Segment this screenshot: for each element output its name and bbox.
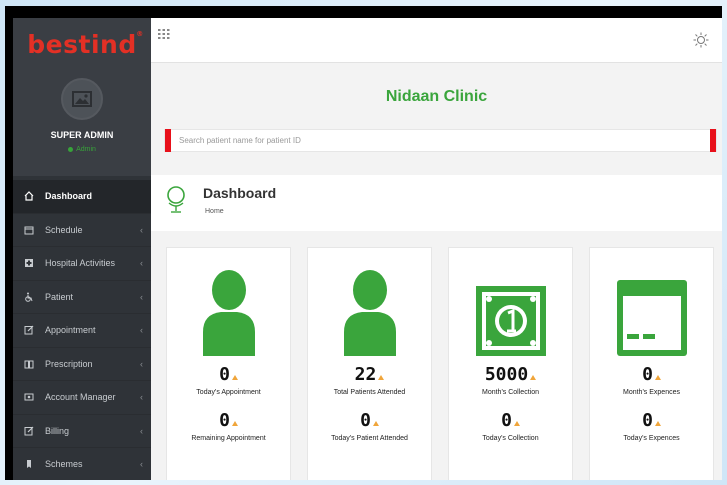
person-icon [202,270,255,356]
stat-card-expenses[interactable]: 0 Month's Expences 0 Today's Expences [589,247,714,480]
stat-cards: 0 Today's Appointment 0 Remaining Appoin… [166,247,714,480]
sidebar-item-label: Schedule [45,224,83,235]
edit-icon [23,425,35,437]
sidebar-item-hospital-activities[interactable]: Hospital Activities ‹ [13,247,151,281]
sidebar-item-schemes[interactable]: Schemes ‹ [13,448,151,480]
chevron-left-icon: ‹ [140,358,143,369]
stat-label: Month's Collection [482,389,539,396]
sidebar-item-billing[interactable]: Billing ‹ [13,415,151,448]
grid-menu-icon[interactable] [158,28,170,46]
calendar-icon [23,224,35,236]
home-icon [23,190,35,202]
stat-label: Total Patients Attended [333,389,406,396]
sidebar-item-label: Prescription [45,358,93,369]
shield-icon [23,458,35,470]
stat-card-collection[interactable]: 5000 Month's Collection 0 Today's Collec… [448,247,573,480]
avatar[interactable] [61,78,103,120]
chevron-left-icon: ‹ [140,392,143,403]
sidebar-item-label: Appointment [45,325,96,336]
sidebar-item-appointment[interactable]: Appointment ‹ [13,314,151,348]
page-header: Dashboard Home [151,175,722,231]
sidebar-item-dashboard[interactable]: Dashboard [13,180,151,214]
stat-value-secondary: 0 [360,410,379,431]
top-bar [151,18,722,63]
logo-text: bestind [27,29,137,59]
sidebar-item-label: Billing [45,425,70,436]
sidebar-nav: Dashboard Schedule ‹ Hospital Activities… [13,180,151,480]
sidebar-item-account-manager[interactable]: Account Manager ‹ [13,381,151,415]
stat-label-secondary: Today's Patient Attended [331,435,408,442]
stat-value: 0 [219,364,238,385]
sidebar-item-label: Patient [45,291,74,302]
online-dot-icon [68,147,74,152]
book-icon [23,358,35,370]
globe-icon [166,183,186,220]
credit-card-icon [616,280,687,356]
wheelchair-icon [23,291,35,303]
stat-value: 5000 [485,364,537,385]
app-frame: bestind ® SUPER ADMIN Admin Dashboard Sc… [5,6,722,480]
up-arrow-icon [654,375,661,380]
stat-card-appointments[interactable]: 0 Today's Appointment 0 Remaining Appoin… [166,247,291,480]
card-icon [23,391,35,403]
person-icon [343,270,396,356]
chevron-left-icon: ‹ [140,325,143,336]
logo-mark: ® [136,29,144,38]
profile-name: SUPER ADMIN [50,130,114,140]
money-icon [475,286,546,356]
up-arrow-icon [231,375,238,380]
hospital-icon [23,257,35,269]
chevron-left-icon: ‹ [140,258,143,269]
sidebar-item-patient[interactable]: Patient ‹ [13,281,151,314]
up-arrow-icon [372,421,379,426]
stat-label-secondary: Today's Expences [623,435,680,442]
up-arrow-icon [231,421,238,426]
stat-value: 0 [642,364,661,385]
up-arrow-icon [530,375,537,380]
brand-logo[interactable]: bestind ® [27,29,143,59]
sidebar-item-schedule[interactable]: Schedule ‹ [13,214,151,247]
search-right-marker [710,129,716,152]
patient-search-input[interactable] [171,135,710,146]
status-text: Admin [76,146,96,153]
sidebar-item-label: Hospital Activities [45,258,116,269]
breadcrumb[interactable]: Home [205,208,224,215]
stat-label: Month's Expences [623,389,680,396]
chevron-left-icon: ‹ [140,224,143,235]
stat-label-secondary: Remaining Appointment [191,435,266,442]
chevron-left-icon: ‹ [140,425,143,436]
chevron-left-icon: ‹ [140,291,143,302]
edit-icon [23,324,35,336]
sidebar-item-label: Dashboard [45,191,93,202]
sidebar-item-label: Account Manager [45,392,116,403]
patient-search-bar [164,129,717,152]
up-arrow-icon [513,421,520,426]
up-arrow-icon [378,375,385,380]
stat-value: 22 [355,364,385,385]
page-title: Dashboard [203,185,277,201]
clinic-title: Nidaan Clinic [385,88,488,105]
profile-panel: SUPER ADMIN Admin [13,70,151,176]
chevron-left-icon: ‹ [140,459,143,470]
stat-value-secondary: 0 [501,410,520,431]
up-arrow-icon [654,421,661,426]
sidebar-item-prescription[interactable]: Prescription ‹ [13,348,151,381]
stat-label-secondary: Today's Collection [482,435,539,442]
stat-value-secondary: 0 [219,410,238,431]
stat-value-secondary: 0 [642,410,661,431]
stat-card-patients[interactable]: 22 Total Patients Attended 0 Today's Pat… [307,247,432,480]
sidebar-item-label: Schemes [45,459,83,470]
stat-label: Today's Appointment [196,389,261,396]
logo-bar: bestind ® [13,18,151,70]
image-icon [72,91,92,107]
status-badge: Admin [13,146,151,153]
sidebar: bestind ® SUPER ADMIN Admin Dashboard Sc… [13,18,151,480]
main-content: Nidaan Clinic Dashboard Home [151,18,722,480]
settings-sun-icon[interactable] [693,32,709,53]
